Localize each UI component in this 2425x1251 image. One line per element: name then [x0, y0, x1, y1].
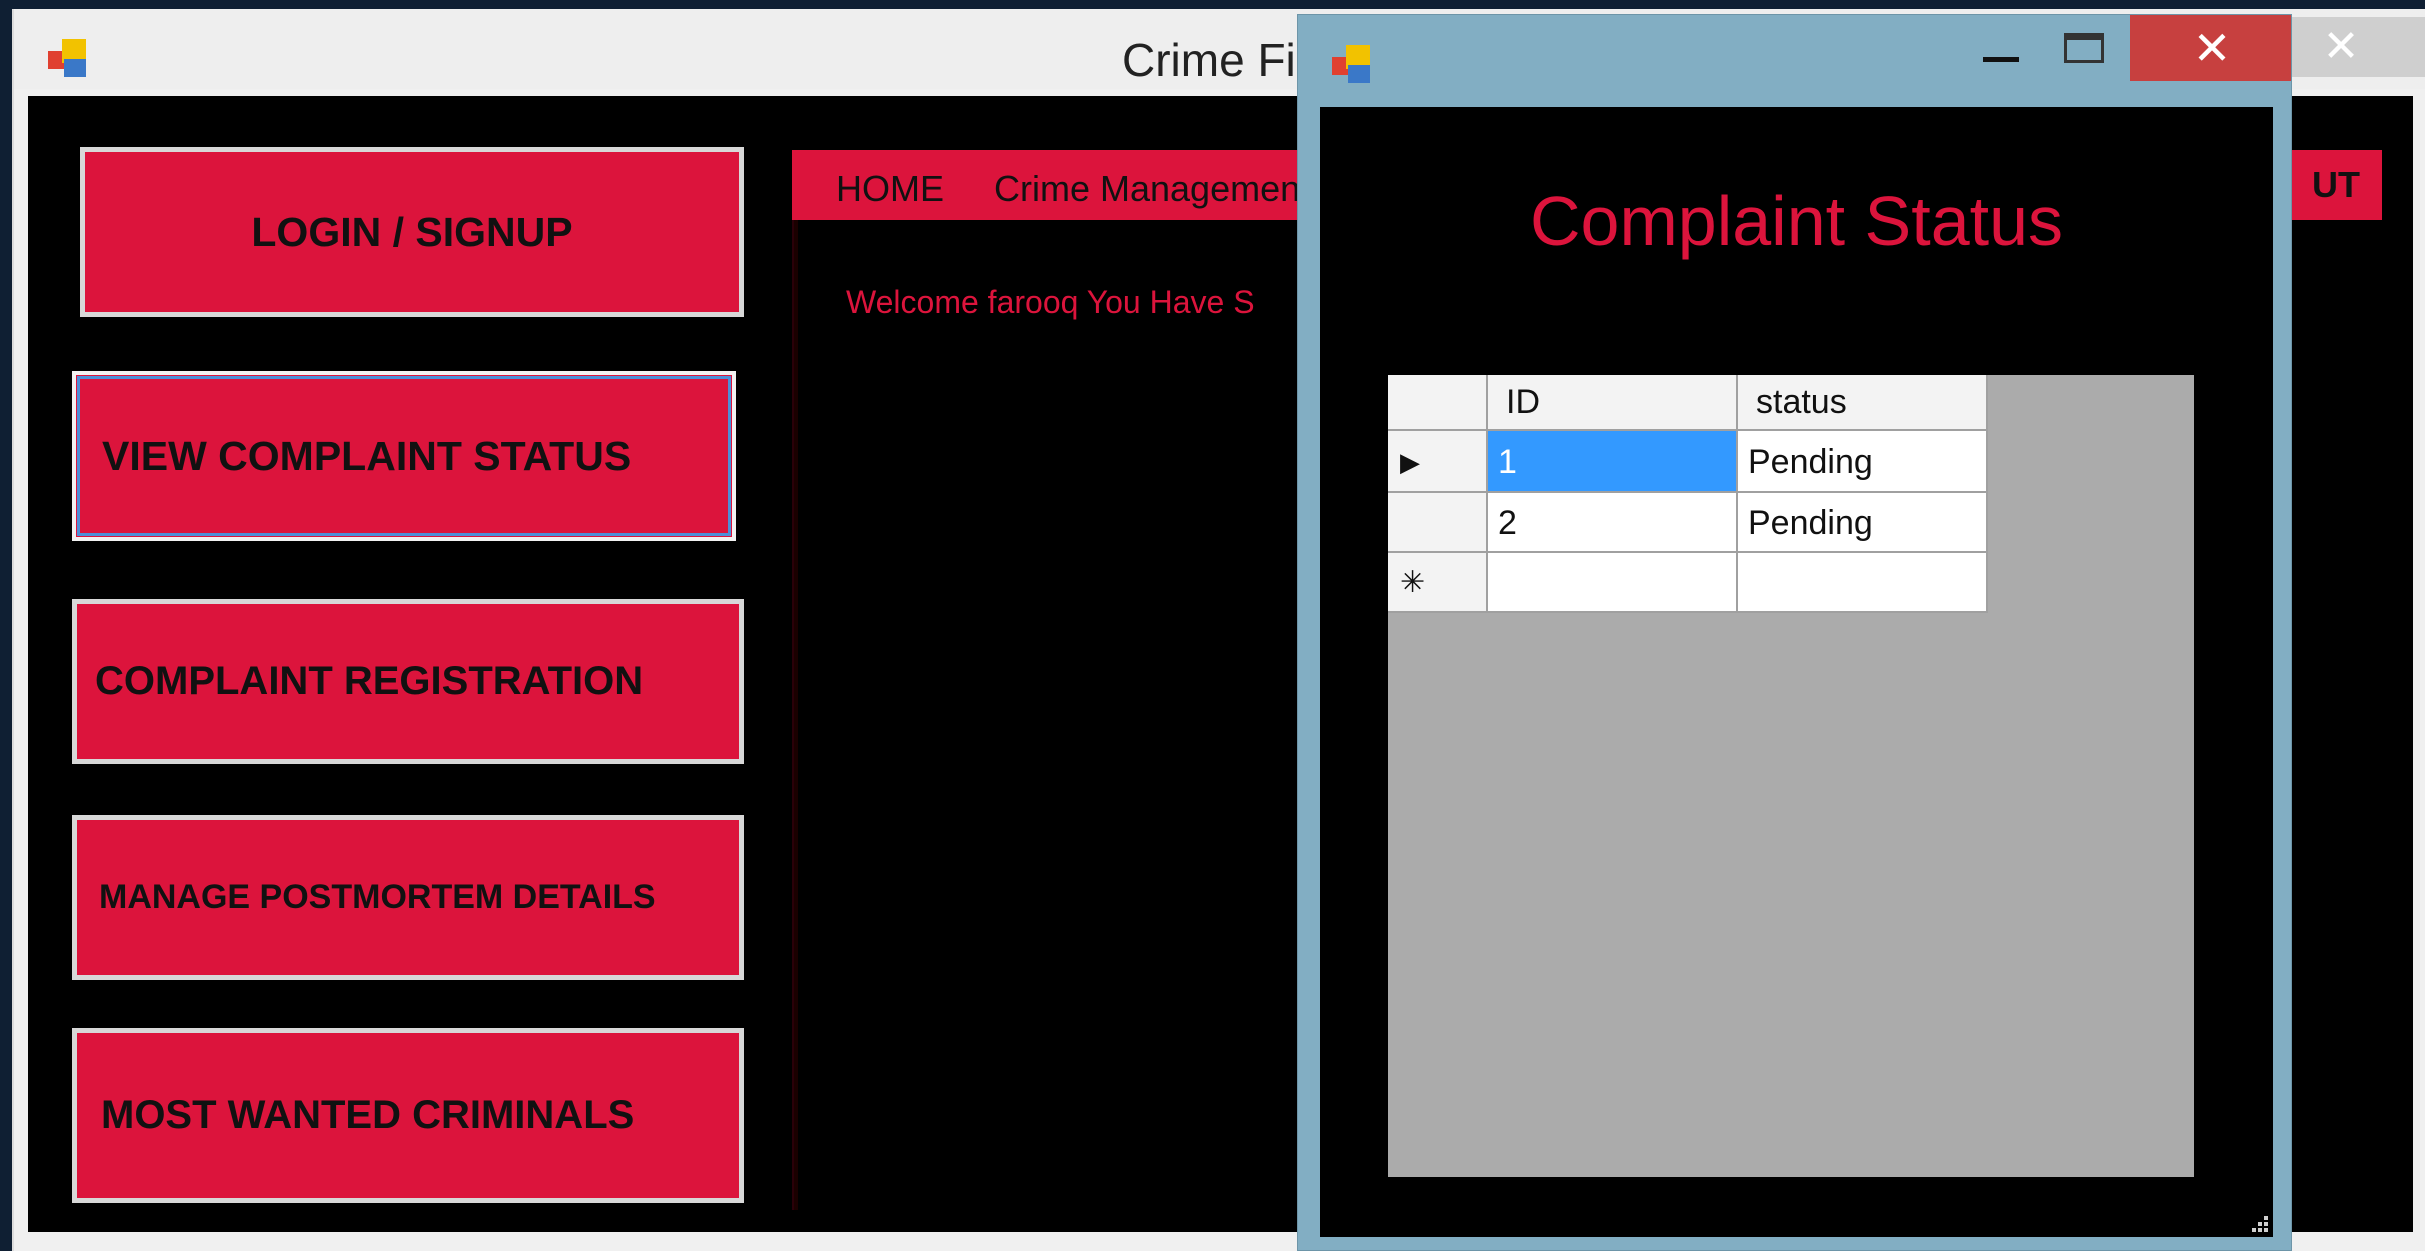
app-icon	[48, 39, 88, 79]
resize-grip-icon[interactable]	[2250, 1214, 2270, 1234]
grid-corner-header[interactable]	[1388, 375, 1488, 431]
new-row-cell-status[interactable]	[1738, 553, 1988, 613]
complaint-registration-button[interactable]: COMPLAINT REGISTRATION	[72, 599, 744, 764]
grid-cell-id[interactable]: 1	[1488, 431, 1738, 493]
most-wanted-button[interactable]: MOST WANTED CRIMINALS	[72, 1028, 744, 1203]
app-icon	[1332, 45, 1372, 85]
new-row-header[interactable]: ✳	[1388, 553, 1488, 613]
login-signup-button[interactable]: LOGIN / SIGNUP	[80, 147, 744, 317]
grid-cell-status[interactable]: Pending	[1738, 493, 1988, 553]
status-data-grid[interactable]: ID status ▶ 1 Pending 2 Pending ✳	[1388, 375, 2194, 1177]
content-panel-border	[792, 220, 798, 1210]
dialog-heading: Complaint Status	[1529, 182, 2064, 260]
window-title: Crime Fi	[1122, 34, 1296, 86]
menu-item-home[interactable]: HOME	[836, 168, 944, 210]
dialog-close-button[interactable]: ✕	[2130, 15, 2291, 81]
menu-item-logout[interactable]: UT	[2312, 164, 2360, 206]
view-complaint-status-button[interactable]: VIEW COMPLAINT STATUS	[72, 371, 736, 541]
manage-postmortem-button[interactable]: MANAGE POSTMORTEM DETAILS	[72, 815, 744, 980]
grid-cell-id[interactable]: 2	[1488, 493, 1738, 553]
maximize-button[interactable]	[2064, 33, 2104, 63]
complaint-status-dialog: ✕ Complaint Status ID status ▶ 1 Pending…	[1297, 14, 2292, 1251]
menu-item-crime-management[interactable]: Crime Managemen	[994, 168, 1300, 210]
grid-cell-status[interactable]: Pending	[1738, 431, 1988, 493]
minimize-button[interactable]	[1983, 57, 2019, 62]
new-row-cell-id[interactable]	[1488, 553, 1738, 613]
column-header-id[interactable]: ID	[1488, 375, 1738, 431]
welcome-message: Welcome farooq You Have S	[846, 284, 1255, 320]
row-header[interactable]	[1388, 493, 1488, 553]
dialog-client-area: Complaint Status ID status ▶ 1 Pending 2…	[1320, 107, 2273, 1237]
row-header-current[interactable]: ▶	[1388, 431, 1488, 493]
column-header-status[interactable]: status	[1738, 375, 1988, 431]
